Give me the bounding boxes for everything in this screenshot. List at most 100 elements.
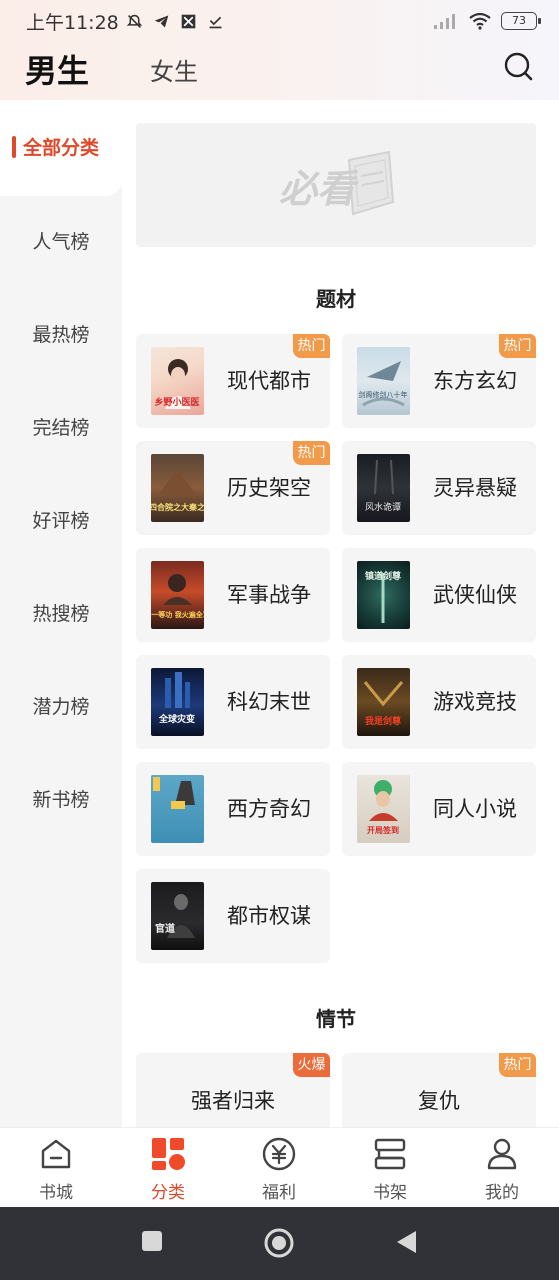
category-label: 都市权谋 [227,904,311,928]
status-notification-icons [125,13,225,30]
plot-card-revenge[interactable]: 复仇 热门 [342,1053,536,1127]
category-card-supernatural[interactable]: 风水诡谭 灵异悬疑 [342,441,536,535]
plot-label: 复仇 [418,1089,460,1113]
telegram-icon [154,15,169,27]
category-card-urban-intrigue[interactable]: 官道 都市权谋 [136,869,330,963]
nav-bookshelf[interactable]: 书架 [350,1136,430,1206]
category-card-modern-city[interactable]: 乡野小医医 现代都市 热门 [136,334,330,428]
category-card-military[interactable]: 立一等功 我火遍全军 军事战争 [136,548,330,642]
nav-bookstore[interactable]: 书城 [16,1136,96,1206]
svg-text:立一等功 我火遍全军: 立一等功 我火遍全军 [151,610,204,619]
sidebar-item-label: 新书榜 [32,788,90,811]
nav-label: 福利 [262,1183,296,1203]
mute-bell-icon [126,14,143,28]
category-card-fan-fiction[interactable]: 开局签到 同人小说 [342,762,536,856]
status-time: 上午11:28 [26,11,119,34]
book-cover: 官道 [151,882,204,950]
home-icon [41,1139,71,1169]
sidebar-item-label: 人气榜 [32,230,90,253]
hot-badge: 热门 [293,334,330,358]
svg-text:全球灾变: 全球灾变 [158,713,195,725]
svg-text:四合院之大秦之: 四合院之大秦之 [151,502,204,512]
book-cover: 剑阁修剑八十年 [357,347,410,415]
category-label: 武侠仙侠 [433,583,517,607]
sidebar-item-all-categories[interactable]: 全部分类 [0,121,122,171]
sidebar-item-top-rated[interactable]: 好评榜 [0,494,122,544]
book-cover: 我是剑尊 [357,668,410,736]
search-icon[interactable] [502,50,534,82]
sidebar-item-label: 完结榜 [32,416,90,439]
page: 上午11:28 73 男生 女生 全部分类 人气榜 最热榜 完结榜 好评榜 热搜… [0,0,559,1280]
fire-badge: 火爆 [293,1053,330,1077]
status-system-icons: 73 [433,12,541,30]
section-title-plots: 情节 [316,1007,356,1031]
category-card-alt-history[interactable]: 四合院之大秦之 历史架空 热门 [136,441,330,535]
wifi-icon [469,12,491,30]
profile-icon [487,1138,517,1170]
category-label: 同人小说 [433,797,517,821]
category-icon [152,1138,185,1170]
plot-card-strong-return[interactable]: 强者归来 火爆 [136,1053,330,1127]
banner-logo-text: 必看 [279,166,359,211]
category-card-wuxia[interactable]: 镇道剑尊 武侠仙侠 [342,548,536,642]
sidebar-item-potential[interactable]: 潜力榜 [0,680,122,730]
category-label: 科幻末世 [227,690,311,714]
bikan-logo-icon: 必看 [279,150,395,216]
category-label: 军事战争 [227,583,311,607]
book-cover: 开局签到 [357,775,410,843]
battery-icon: 73 [501,12,541,30]
bottom-navigation: 书城 分类 福利 书架 我的 [0,1127,559,1207]
tab-female[interactable]: 女生 [150,52,198,87]
battery-level: 73 [512,14,526,27]
back-triangle-icon[interactable] [394,1229,418,1255]
svg-text:乡野小医医: 乡野小医医 [154,396,199,408]
category-label: 灵异悬疑 [433,476,517,500]
tab-male[interactable]: 男生 [25,46,89,92]
book-cover: 镇道剑尊 [357,561,410,629]
nav-label: 书城 [39,1183,73,1203]
category-card-scifi[interactable]: 全球灾变 科幻末世 [136,655,330,749]
banner[interactable]: 必看 [136,123,536,247]
category-card-western-fantasy[interactable]: 西方奇幻 [136,762,330,856]
svg-text:风水诡谭: 风水诡谭 [365,501,401,513]
system-navigation-bar [0,1207,559,1280]
category-card-gaming[interactable]: 我是剑尊 游戏竞技 [342,655,536,749]
sidebar-item-label: 最热榜 [32,323,90,346]
book-cover: 全球灾变 [151,668,204,736]
svg-text:剑阁修剑八十年: 剑阁修剑八十年 [359,390,408,399]
nav-label: 我的 [485,1183,519,1203]
category-label: 西方奇幻 [227,797,311,821]
svg-text:官道: 官道 [155,922,175,935]
sidebar-item-label: 热搜榜 [32,602,90,625]
nav-label: 书架 [373,1183,407,1203]
svg-text:我是剑尊: 我是剑尊 [365,715,401,727]
yuan-coin-icon [262,1137,296,1171]
sidebar-item-hot-search[interactable]: 热搜榜 [0,587,122,637]
category-content: 必看 题材 乡野小医医 现代都市 热门 剑阁修剑八十年 东方玄幻 热门 四合院之… [122,100,559,1127]
nav-welfare[interactable]: 福利 [239,1136,319,1206]
category-label: 游戏竞技 [433,690,517,714]
sidebar-item-popular[interactable]: 人气榜 [0,215,122,265]
hot-badge: 热门 [499,334,536,358]
sidebar-item-label: 全部分类 [22,136,99,159]
section-title-subjects: 题材 [316,287,356,311]
svg-text:开局签到: 开局签到 [367,825,399,835]
nav-category[interactable]: 分类 [128,1136,208,1206]
sidebar-item-hottest[interactable]: 最热榜 [0,308,122,358]
book-cover [151,775,204,843]
nav-profile[interactable]: 我的 [462,1136,542,1206]
bookshelf-icon [374,1138,406,1170]
sidebar-item-new-books[interactable]: 新书榜 [0,773,122,823]
sidebar-item-label: 好评榜 [32,509,90,532]
category-card-eastern-fantasy[interactable]: 剑阁修剑八十年 东方玄幻 热门 [342,334,536,428]
sidebar-item-completed[interactable]: 完结榜 [0,401,122,451]
book-cover: 乡野小医医 [151,347,204,415]
signal-icon [434,14,455,29]
sidebar-item-label: 潜力榜 [32,695,90,718]
app-notification-icon [181,14,196,28]
top-header: 男生 女生 [0,42,559,98]
recents-square-icon[interactable] [140,1229,164,1253]
home-circle-icon[interactable] [263,1227,295,1259]
plot-label: 强者归来 [191,1089,275,1113]
nav-label: 分类 [151,1183,185,1203]
